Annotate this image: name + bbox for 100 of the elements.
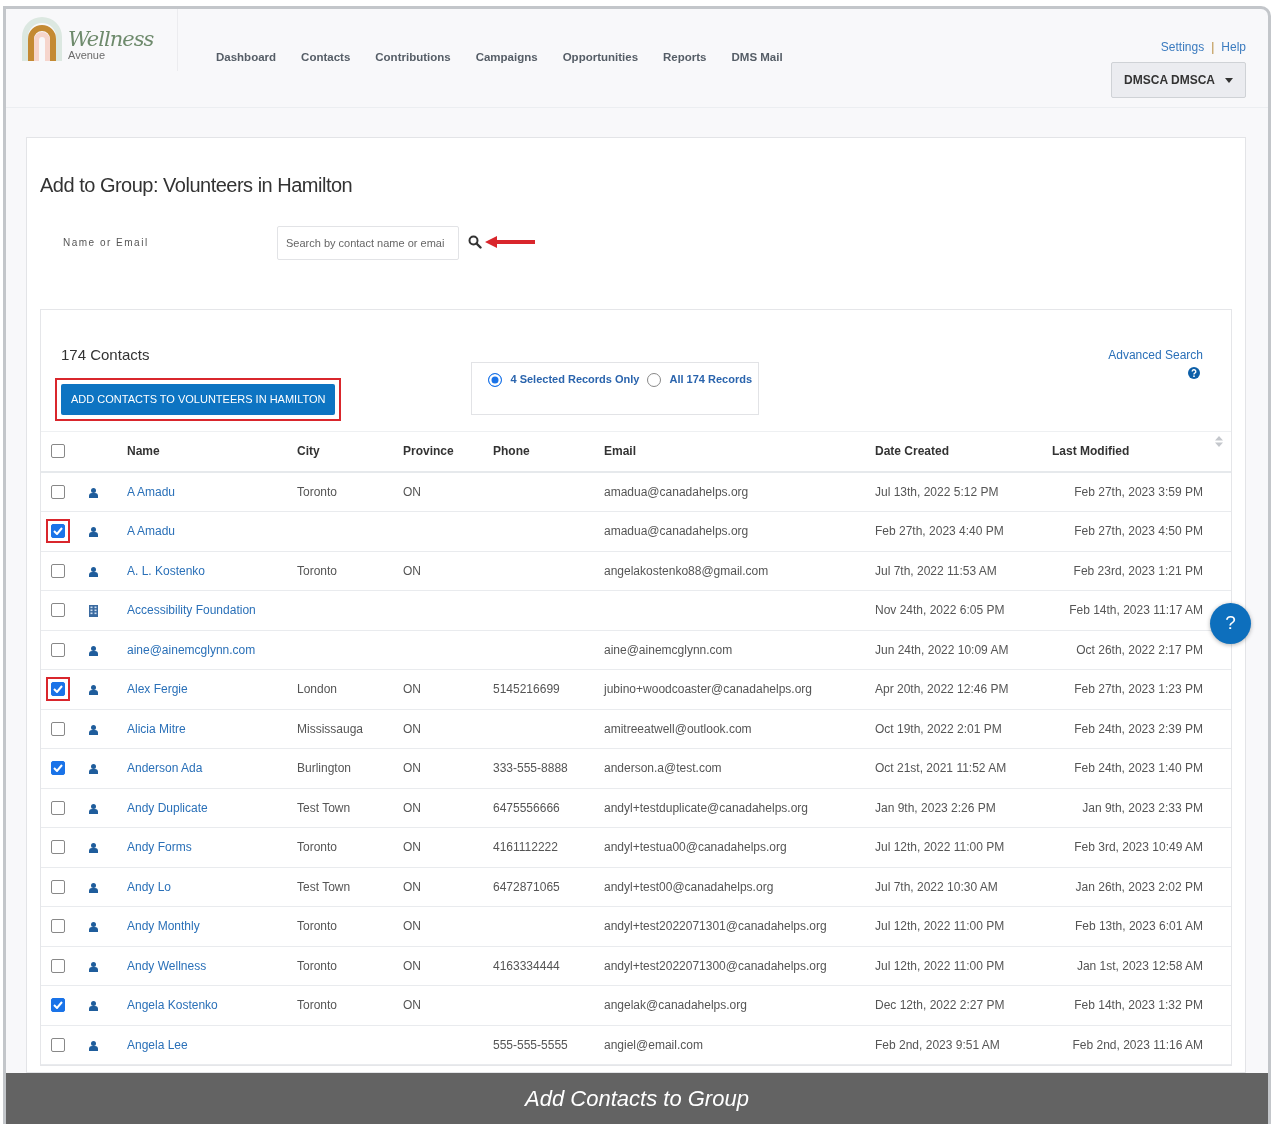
email-cell: jubino+woodcoaster@canadahelps.org [604,682,812,697]
advanced-search-link[interactable]: Advanced Search [1108,346,1203,364]
phone-cell: 6472871065 [493,879,560,894]
phone-cell: 4161112222 [493,840,558,855]
column-header: Email [604,444,636,459]
date-cell: Oct 19th, 2022 2:01 PM [875,721,1002,736]
city-cell: Test Town [297,800,351,815]
person-icon [89,961,98,972]
checkbox[interactable] [51,879,65,894]
email-cell: amadua@canadahelps.org [604,524,749,539]
checkbox[interactable] [51,840,65,855]
email-cell: andyl+test00@canadahelps.org [604,879,774,894]
person-icon [89,764,98,775]
phone-cell: 6475556666 [493,800,560,815]
nav-link[interactable]: Opportunities [562,49,639,107]
checkbox[interactable] [51,761,65,776]
date-cell: Feb 24th, 2023 1:40 PM [1074,761,1203,776]
help-icon[interactable] [1188,367,1200,379]
nav-link[interactable]: Contacts [301,49,351,107]
province-cell: ON [403,485,421,499]
checkbox[interactable] [51,919,65,934]
date-cell: Apr 20th, 2022 12:46 PM [875,682,1009,697]
province-cell: ON [403,919,421,934]
person-icon [89,724,98,735]
contact-name-link[interactable]: Andy Forms [127,840,192,855]
column-header: Province [403,444,454,459]
radio-button[interactable] [488,373,503,387]
checkbox[interactable] [51,563,65,578]
city-cell: Mississauga [297,721,364,736]
phone-cell: 555-555-5555 [493,1037,568,1052]
checkbox[interactable] [51,485,65,499]
search-field[interactable]: Search by contact name or emai [277,226,459,260]
city-cell: Burlington [297,761,352,776]
date-cell: Jul 7th, 2022 11:53 AM [875,563,997,578]
email-cell: amitreeatwell@outlook.com [604,721,752,736]
contact-name-link[interactable]: Alicia Mitre [127,721,186,736]
contact-name-link[interactable]: Accessibility Foundation [127,603,256,618]
email-cell: anderson.a@test.com [604,761,722,776]
city-cell: London [297,682,338,697]
add-contacts-button[interactable]: ADD CONTACTS TO VOLUNTEERS IN HAMILTON [61,384,336,415]
city-cell: Test Town [297,879,351,894]
link-separator: | [1211,40,1215,54]
contact-name-link[interactable]: Anderson Ada [127,761,203,776]
contact-name-link[interactable]: Angela Lee [127,1037,188,1052]
header-link[interactable]: Settings [1160,40,1205,54]
search-icon[interactable] [468,235,482,249]
city-cell: Toronto [297,958,338,973]
date-cell: Feb 3rd, 2023 10:49 AM [1074,840,1203,855]
contact-name-link[interactable]: Angela Kostenko [127,998,218,1013]
contact-name-link[interactable]: A Amadu [127,485,176,499]
contact-name-link[interactable]: Andy Monthly [127,919,200,934]
nav-link[interactable]: DMS Mail [731,49,783,107]
checkbox[interactable] [51,998,65,1013]
province-cell: ON [403,879,421,894]
contact-name-link[interactable]: Alex Fergie [127,682,188,697]
logo-title: Wellness [68,29,154,50]
checkbox[interactable] [51,1037,65,1052]
date-cell: Jan 9th, 2023 2:33 PM [1082,800,1203,815]
contact-name-link[interactable]: Andy Lo [127,879,172,894]
contact-name-link[interactable]: A Amadu [127,524,176,539]
field-label: Name or Email [62,236,150,250]
checkbox[interactable] [51,800,65,815]
email-cell: andyl+test2022071301@canadahelps.org [604,919,827,934]
contact-name-link[interactable]: A. L. Kostenko [127,563,206,578]
nav-link[interactable]: Campaigns [475,49,538,107]
user-menu-button[interactable]: DMSCA DMSCA [1111,62,1246,98]
contact-name-link[interactable]: aine@ainemcglynn.com [127,642,256,657]
checkbox[interactable] [51,958,65,973]
nav-link[interactable]: Contributions [375,49,451,107]
phone-cell: 5145216699 [493,682,560,697]
radio-button[interactable] [647,373,662,387]
checkbox[interactable] [51,682,65,697]
date-cell: Feb 13th, 2023 6:01 AM [1074,919,1203,934]
date-cell: Oct 21st, 2021 11:52 AM [875,761,1007,776]
checkbox[interactable] [51,721,65,736]
column-header: Date Created [875,444,950,459]
date-cell: Jul 12th, 2022 11:00 PM [875,840,1005,855]
person-icon [89,685,98,696]
contact-name-link[interactable]: Andy Wellness [127,958,207,973]
date-cell: Jul 13th, 2022 5:12 PM [875,485,999,499]
date-cell: Feb 14th, 2023 11:17 AM [1069,603,1203,618]
date-cell: Feb 27th, 2023 1:23 PM [1074,682,1203,697]
nav-link[interactable]: Reports [663,49,707,107]
city-cell: Toronto [297,919,338,934]
rainbow-logo-icon [20,15,64,61]
checkbox[interactable] [51,524,65,539]
checkbox[interactable] [51,603,65,618]
province-cell: ON [403,682,421,697]
column-header: Phone [493,444,530,459]
contact-name-link[interactable]: Andy Duplicate [127,800,208,815]
page-title: Add to Group: Volunteers in Hamilton [40,173,354,197]
caret-icon [1225,77,1233,83]
date-cell: Feb 2nd, 2023 11:16 AM [1072,1037,1203,1052]
date-cell: Jul 12th, 2022 11:00 PM [875,958,1005,973]
province-cell: ON [403,721,421,736]
date-cell: Jan 1st, 2023 12:58 AM [1076,958,1203,973]
checkbox[interactable] [51,444,65,459]
nav-link[interactable]: Dashboard [216,49,277,107]
header-link[interactable]: Help [1221,40,1246,54]
checkbox[interactable] [51,642,65,657]
